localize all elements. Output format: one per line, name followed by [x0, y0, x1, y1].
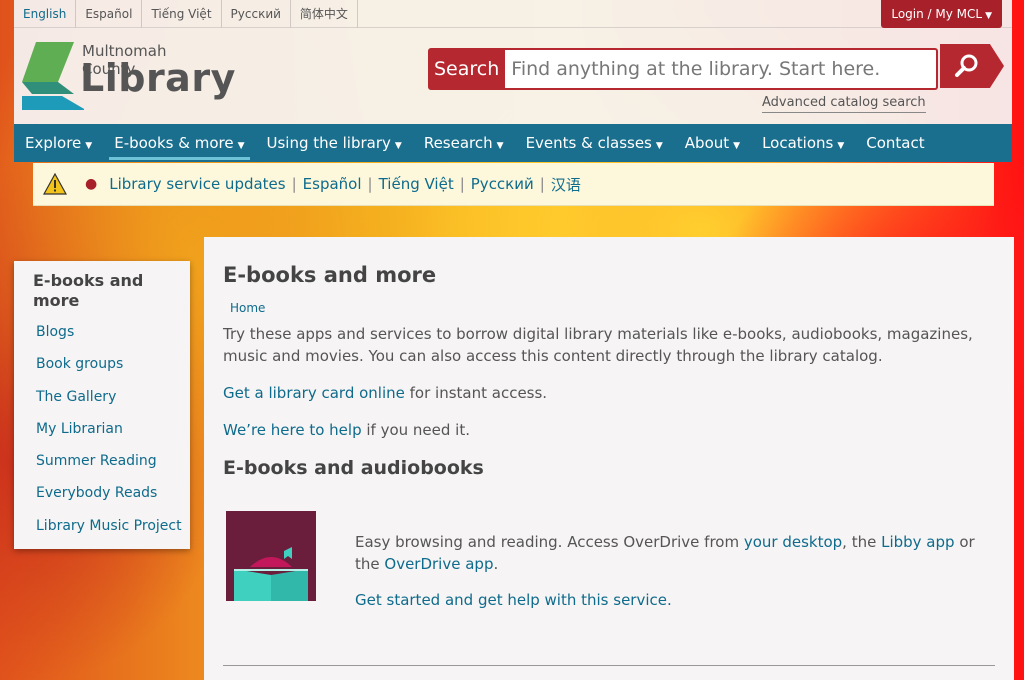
help-link[interactable]: We’re here to help — [223, 421, 362, 439]
logo-library-text: Library — [80, 56, 236, 100]
service-alert-bar: ● Library service updates | Español | Ti… — [33, 163, 994, 206]
sidebar-item-everybody-reads[interactable]: Everybody Reads — [33, 482, 190, 514]
sidebar: E-books and more Blogs Book groups The G… — [14, 261, 190, 549]
chevron-down-icon: ▼ — [496, 141, 504, 151]
nav-using-the-library[interactable]: Using the library ▼ — [256, 124, 413, 162]
nav-label: Locations — [762, 134, 834, 152]
lang-chinese[interactable]: 简体中文 — [291, 0, 358, 28]
nav-events-and-classes[interactable]: Events & classes ▼ — [515, 124, 674, 162]
chevron-down-icon: ▼ — [733, 141, 741, 151]
main-content: E-books and more Home Try these apps and… — [204, 237, 1014, 680]
separator: | — [459, 175, 465, 193]
library-logo[interactable]: Multnomah County Library — [22, 42, 235, 112]
chevron-down-icon: ▼ — [394, 141, 402, 151]
section-title: E-books and audiobooks — [223, 457, 484, 479]
nav-explore[interactable]: Explore ▼ — [14, 124, 103, 162]
nav-label: About — [684, 134, 730, 152]
section-divider — [223, 665, 995, 666]
lang-russian[interactable]: Русский — [222, 0, 291, 28]
sidebar-title: E-books and more — [33, 271, 144, 310]
nav-label: Explore — [25, 134, 82, 152]
nav-research[interactable]: Research ▼ — [413, 124, 515, 162]
login-button[interactable]: Login / My MCL ▼ — [881, 0, 1002, 28]
libby-app-image[interactable] — [226, 511, 316, 601]
overdrive-app-link[interactable]: OverDrive app — [384, 555, 493, 573]
get-started-link[interactable]: Get started and get help with this servi… — [355, 591, 672, 609]
nav-ebooks-and-more[interactable]: E-books & more ▼ — [103, 124, 255, 162]
library-card-text: for instant access. — [404, 384, 548, 402]
advanced-catalog-search-link[interactable]: Advanced catalog search — [762, 95, 926, 113]
alert-link-chinese[interactable]: 汉语 — [551, 174, 581, 195]
chevron-down-icon: ▼ — [985, 11, 992, 21]
language-bar: English Español Tiếng Việt Русский 简体中文 … — [14, 0, 1012, 28]
nav-locations[interactable]: Locations ▼ — [751, 124, 855, 162]
service-description-text: Easy browsing and reading. Access OverDr… — [355, 531, 995, 575]
library-logo-icon — [22, 42, 84, 110]
sidebar-item-my-librarian[interactable]: My Librarian — [33, 418, 190, 450]
service-description: Easy browsing and reading. Access OverDr… — [355, 531, 995, 625]
alert-link-espanol[interactable]: Español — [303, 175, 362, 193]
nav-about[interactable]: About ▼ — [674, 124, 751, 162]
separator: | — [367, 175, 373, 193]
alert-link-service-updates[interactable]: Library service updates — [109, 175, 285, 193]
search-icon — [955, 54, 978, 77]
nav-label: Events & classes — [525, 134, 652, 152]
sidebar-item-library-music-project[interactable]: Library Music Project — [33, 515, 190, 547]
page-title: E-books and more — [223, 263, 437, 287]
service-desc-1: Easy browsing and reading. Access OverDr… — [355, 533, 744, 551]
alert-link-russian[interactable]: Русский — [471, 175, 534, 193]
bullet-icon: ● — [85, 176, 98, 192]
main-navigation: Explore ▼ E-books & more ▼ Using the libra… — [14, 124, 1012, 162]
help-text: if you need it. — [361, 421, 470, 439]
library-card-paragraph: Get a library card online for instant ac… — [223, 382, 995, 404]
chevron-down-icon: ▼ — [655, 141, 663, 151]
sidebar-item-book-groups[interactable]: Book groups — [33, 353, 190, 385]
separator: | — [291, 175, 297, 193]
intro-text: Try these apps and services to borrow di… — [223, 325, 973, 365]
sidebar-item-summer-reading[interactable]: Summer Reading — [33, 450, 190, 482]
alert-link-vietnamese[interactable]: Tiếng Việt — [379, 175, 454, 193]
overdrive-service: Easy browsing and reading. Access OverDr… — [223, 493, 995, 628]
nav-label: E-books & more — [114, 134, 234, 152]
sidebar-item-the-gallery[interactable]: The Gallery — [33, 386, 190, 418]
nav-label: Research — [423, 134, 493, 152]
chevron-down-icon: ▼ — [837, 141, 845, 151]
chevron-down-icon: ▼ — [237, 141, 245, 151]
search-label: Search — [428, 48, 506, 90]
breadcrumb-home[interactable]: Home — [230, 301, 265, 315]
desktop-link[interactable]: your desktop — [744, 533, 842, 551]
warning-icon — [43, 173, 67, 195]
login-label: Login / My MCL — [891, 7, 983, 21]
get-started-paragraph: Get started and get help with this servi… — [355, 589, 995, 611]
library-card-link[interactable]: Get a library card online — [223, 384, 405, 402]
nav-contact[interactable]: Contact — [855, 124, 935, 162]
lang-vietnamese[interactable]: Tiếng Việt — [142, 0, 222, 28]
lang-espanol[interactable]: Español — [76, 0, 143, 28]
book-reader-icon — [234, 547, 308, 601]
chevron-down-icon: ▼ — [85, 141, 93, 151]
nav-label: Contact — [866, 134, 925, 152]
search-bar: Search — [428, 48, 938, 90]
service-desc-2: , the — [842, 533, 882, 551]
lang-english[interactable]: English — [14, 0, 77, 28]
service-desc-4: . — [493, 555, 499, 573]
separator: | — [539, 175, 545, 193]
nav-label: Using the library — [266, 134, 391, 152]
help-paragraph: We’re here to help if you need it. — [223, 419, 995, 441]
search-input[interactable] — [505, 48, 938, 90]
libby-app-link[interactable]: Libby app — [881, 533, 954, 551]
sidebar-item-blogs[interactable]: Blogs — [33, 321, 190, 353]
